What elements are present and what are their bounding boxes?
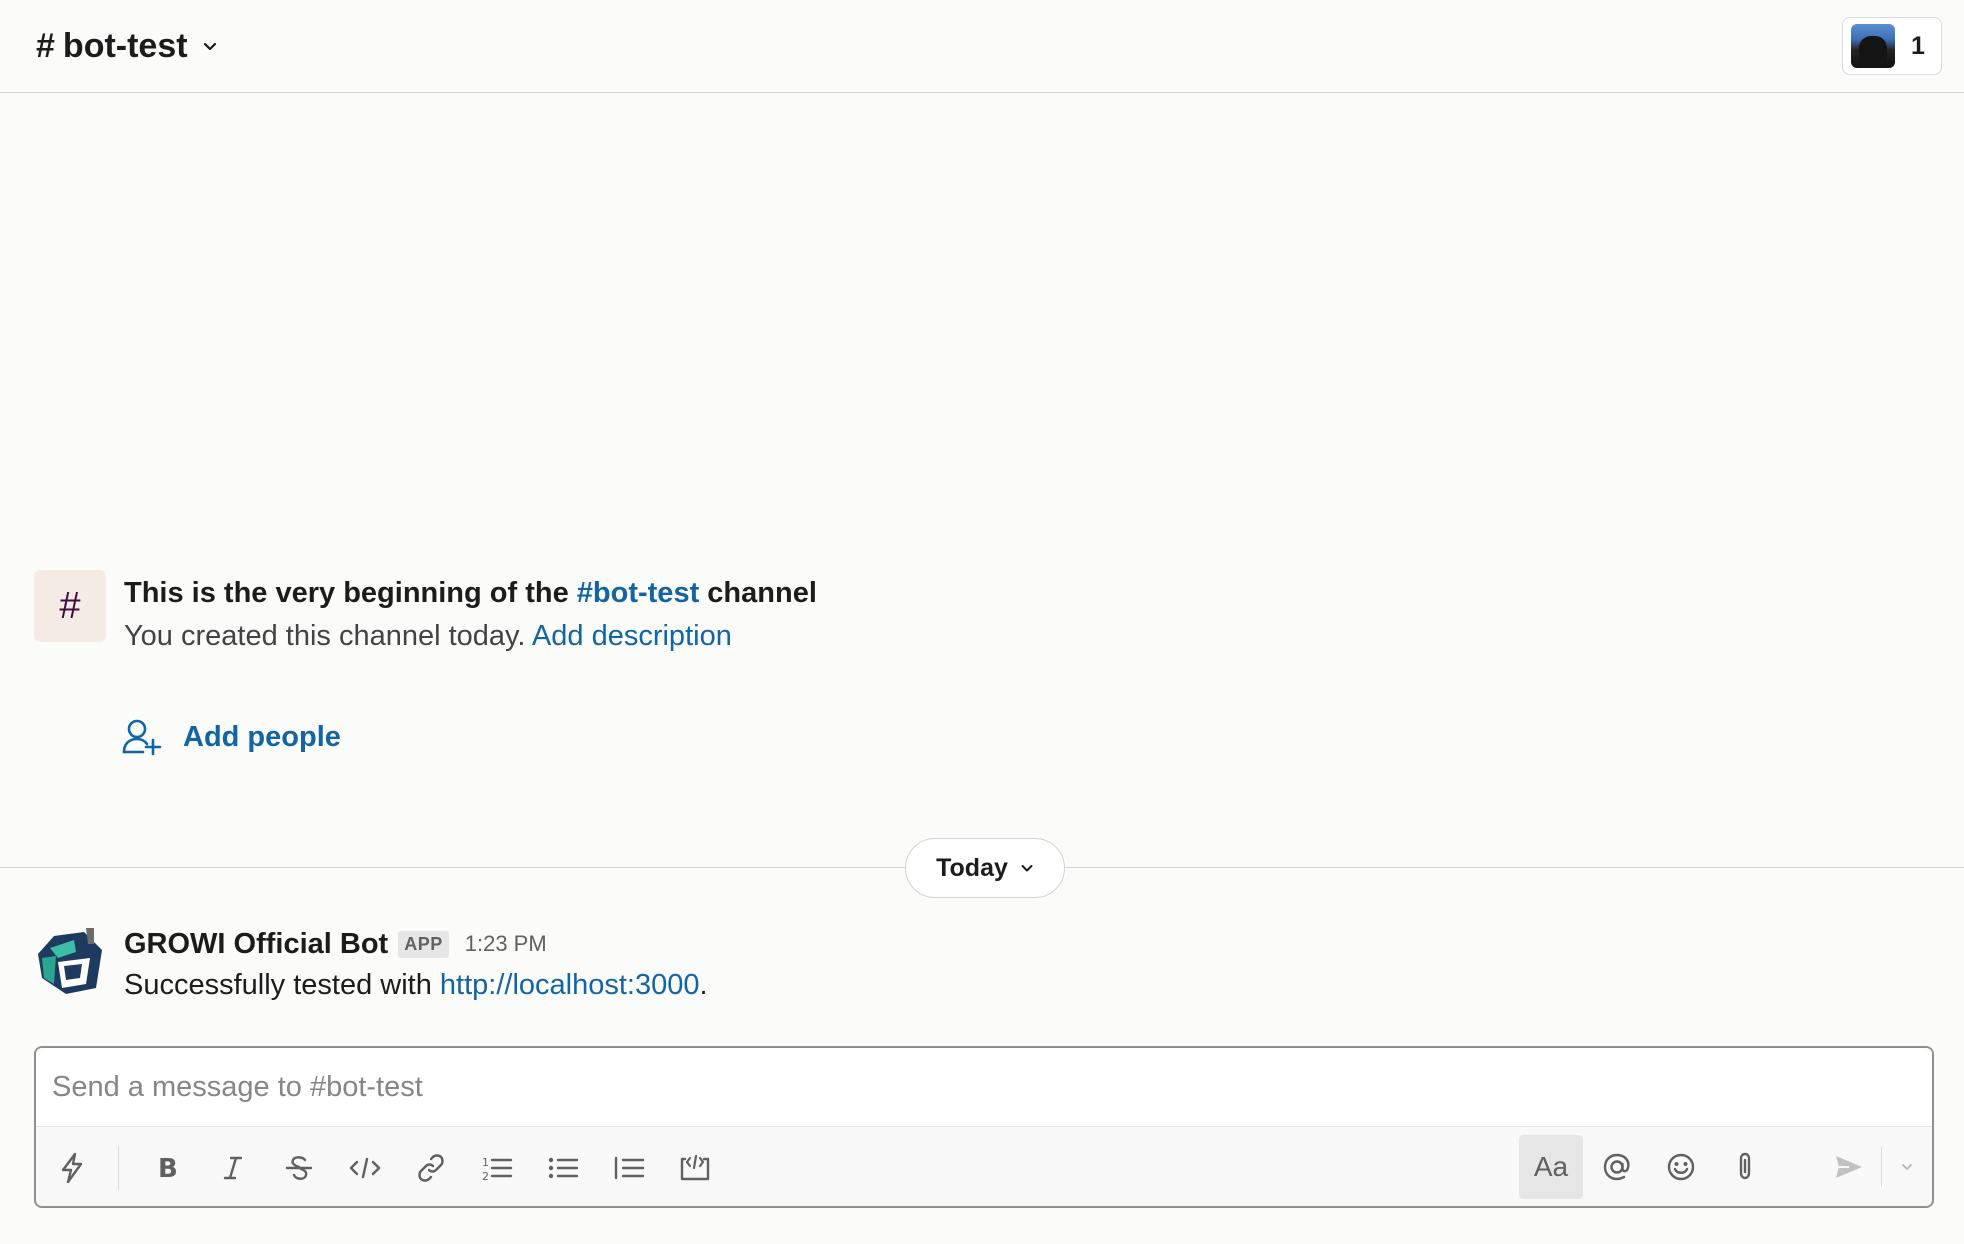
bold-icon: B — [155, 1154, 179, 1182]
add-people-label: Add people — [183, 720, 341, 753]
channel-name-button[interactable]: # bot-test — [36, 27, 218, 66]
send-button[interactable] — [1823, 1135, 1875, 1199]
add-description-link[interactable]: Add description — [532, 620, 732, 652]
composer-input-area — [36, 1048, 1932, 1126]
code-block-button[interactable] — [669, 1136, 721, 1200]
attach-button[interactable] — [1719, 1135, 1771, 1199]
send-icon — [1833, 1152, 1865, 1182]
formatting-toolbar: B 1 2 Aa — [36, 1126, 1932, 1206]
message-text: Successfully tested with http://localhos… — [124, 969, 708, 1001]
code-icon — [349, 1155, 381, 1181]
ordered-list-button[interactable]: 12 — [471, 1136, 523, 1200]
italic-button[interactable] — [207, 1136, 259, 1200]
svg-text:1: 1 — [482, 1156, 489, 1169]
message-timestamp[interactable]: 1:23 PM — [465, 931, 547, 957]
chevron-down-icon — [1900, 1160, 1914, 1174]
channel-hash: # — [36, 26, 55, 65]
schedule-send-button[interactable] — [1890, 1135, 1924, 1199]
channel-intro: # This is the very beginning of the #bot… — [34, 570, 817, 659]
at-icon — [1602, 1152, 1632, 1182]
strikethrough-button[interactable] — [273, 1136, 325, 1200]
blockquote-button[interactable] — [603, 1136, 655, 1200]
intro-subtext: You created this channel today. Add desc… — [124, 620, 732, 652]
code-button[interactable] — [339, 1136, 391, 1200]
app-window: # bot-test 1 # This is the very beginnin… — [0, 0, 1964, 1244]
date-jump-button[interactable]: Today — [905, 838, 1065, 898]
chevron-down-icon — [202, 38, 218, 54]
ordered-list-icon: 12 — [481, 1154, 513, 1182]
send-separator — [1881, 1147, 1882, 1187]
emoji-button[interactable] — [1655, 1135, 1707, 1199]
message-link[interactable]: http://localhost:3000 — [440, 969, 700, 1001]
strikethrough-icon — [284, 1153, 314, 1183]
message-composer: B — [34, 1046, 1934, 1208]
channel-name: bot-test — [62, 26, 188, 65]
link-button[interactable] — [405, 1136, 457, 1200]
blockquote-icon — [613, 1154, 645, 1182]
italic-icon — [221, 1154, 245, 1182]
message-item: GROWI Official Bot APP 1:23 PM Successfu… — [32, 926, 708, 1008]
member-count: 1 — [1911, 31, 1925, 60]
formatting-toggle-button[interactable]: Aa — [1519, 1135, 1583, 1199]
member-avatar — [1851, 24, 1895, 68]
code-block-icon — [679, 1153, 711, 1183]
link-icon — [416, 1153, 446, 1183]
svg-text:2: 2 — [482, 1170, 489, 1182]
date-label: Today — [936, 853, 1008, 882]
attachment-icon — [1732, 1151, 1758, 1183]
chevron-down-icon — [1020, 861, 1034, 875]
toolbar-separator — [118, 1145, 119, 1190]
mention-button[interactable] — [1591, 1135, 1643, 1199]
channel-link[interactable]: #bot-test — [577, 577, 699, 609]
bold-button[interactable]: B — [141, 1136, 193, 1200]
lightning-icon — [58, 1152, 86, 1184]
add-person-icon — [121, 718, 163, 756]
channel-header: # bot-test 1 — [0, 0, 1964, 93]
bulleted-list-icon — [547, 1154, 579, 1182]
sender-name[interactable]: GROWI Official Bot — [124, 928, 388, 961]
bulleted-list-button[interactable] — [537, 1136, 589, 1200]
shortcuts-button[interactable] — [46, 1136, 98, 1200]
add-people-button[interactable]: Add people — [121, 718, 341, 756]
members-button[interactable]: 1 — [1842, 17, 1942, 75]
channel-hash-icon: # — [34, 570, 106, 642]
svg-text:B: B — [158, 1154, 178, 1182]
message-input[interactable] — [52, 1070, 1916, 1104]
app-badge: APP — [398, 930, 449, 958]
emoji-icon — [1666, 1152, 1696, 1182]
bot-avatar[interactable] — [32, 926, 106, 1000]
intro-heading: This is the very beginning of the #bot-t… — [124, 577, 817, 609]
